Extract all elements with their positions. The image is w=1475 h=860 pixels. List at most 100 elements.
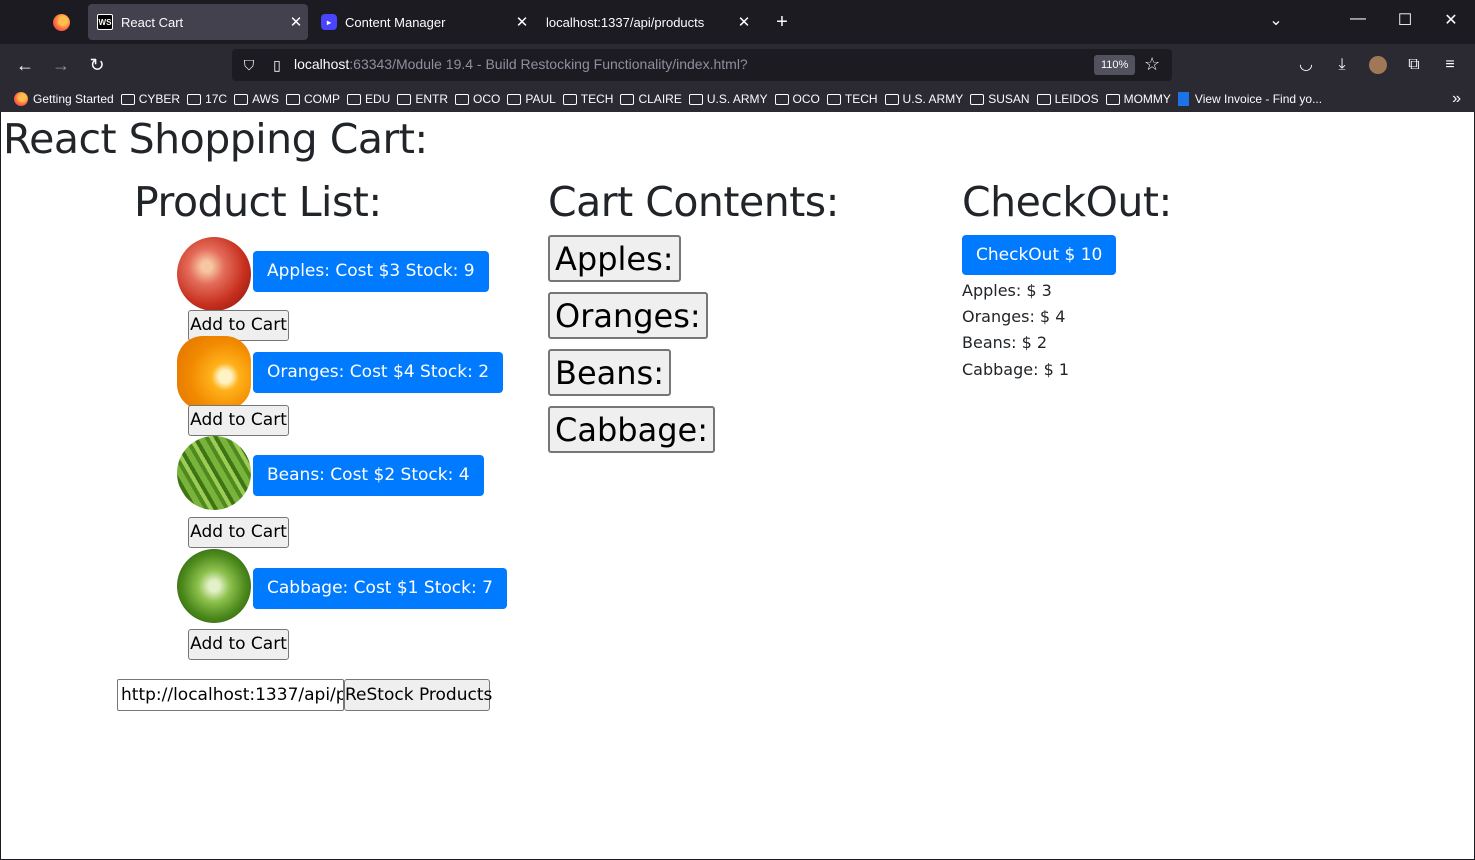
list-tabs-button[interactable]: ⌄ <box>1264 10 1288 30</box>
add-to-cart-button[interactable]: Add to Cart <box>188 629 289 660</box>
checkout-line-cabbage: Cabbage: $ 1 <box>962 360 1070 379</box>
product-button-oranges[interactable]: Oranges: Cost $4 Stock: 2 <box>253 352 504 393</box>
shield-icon[interactable]: ⛉ <box>240 56 258 74</box>
address-bar[interactable]: ⛉ ▯ localhost:63343/Module 19.4 - Build … <box>232 49 1172 81</box>
download-icon[interactable]: ⤓ <box>1330 53 1354 77</box>
folder-icon <box>688 93 703 105</box>
add-to-cart-button[interactable]: Add to Cart <box>188 405 289 436</box>
bookmark-folder[interactable]: AWS <box>234 92 279 106</box>
product-button-beans[interactable]: Beans: Cost $2 Stock: 4 <box>253 455 484 496</box>
restock-url-input[interactable]: http://localhost:1337/api/products <box>117 679 344 711</box>
product-button-cabbage[interactable]: Cabbage: Cost $1 Stock: 7 <box>253 568 507 609</box>
close-icon[interactable]: ✕ <box>510 13 534 31</box>
menu-icon[interactable]: ≡ <box>1438 53 1462 77</box>
folder-icon <box>884 93 899 105</box>
webstorm-icon: WS <box>97 14 113 30</box>
reload-button[interactable]: ↻ <box>83 51 111 79</box>
pocket-icon[interactable]: ◡ <box>1294 53 1318 77</box>
url-path: :63343/Module 19.4 - Build Restocking Fu… <box>349 56 748 72</box>
tab-strip: WS React Cart ✕ ▸ Content Manager ✕ loca… <box>0 0 1475 44</box>
folder-icon <box>397 93 412 105</box>
beans-image <box>177 436 251 510</box>
apple-image <box>177 237 251 311</box>
cart-item-apples[interactable]: Apples: <box>548 235 681 282</box>
cabbage-image <box>177 549 251 623</box>
zoom-indicator[interactable]: 110% <box>1094 55 1136 75</box>
bookmark-folder[interactable]: 17C <box>187 92 227 106</box>
bookmark-view-invoice[interactable]: View Invoice - Find yo... <box>1177 92 1322 106</box>
folder-icon <box>120 93 135 105</box>
bookmark-folder[interactable]: LEIDOS <box>1036 92 1099 106</box>
restock-button[interactable]: ReStock Products <box>344 679 492 711</box>
folder-icon <box>1105 93 1120 105</box>
forward-button[interactable]: → <box>47 51 75 79</box>
bookmark-getting-started[interactable]: Getting Started <box>14 92 114 106</box>
url-host: localhost <box>294 56 350 72</box>
folder-icon <box>774 93 789 105</box>
bookmark-folder[interactable]: TECH <box>562 92 613 106</box>
folder-icon <box>187 93 202 105</box>
tab-title: Content Manager <box>345 14 446 30</box>
folder-icon <box>562 93 577 105</box>
folder-icon <box>970 93 985 105</box>
tab-api-products[interactable]: localhost:1337/api/products ✕ <box>538 4 756 40</box>
checkout-heading: CheckOut: <box>962 178 1172 226</box>
firefox-icon <box>14 92 28 106</box>
maximize-button[interactable]: ☐ <box>1393 10 1417 30</box>
orange-image <box>177 336 251 410</box>
firefox-view-button[interactable] <box>40 6 82 38</box>
cart-item-oranges[interactable]: Oranges: <box>548 292 708 339</box>
bookmark-folder[interactable]: CYBER <box>120 92 180 106</box>
close-icon[interactable]: ✕ <box>284 13 308 31</box>
page-icon[interactable]: ▯ <box>268 56 286 74</box>
folder-icon <box>454 93 469 105</box>
minimize-button[interactable]: — <box>1346 10 1370 28</box>
checkout-button[interactable]: CheckOut $ 10 <box>962 235 1117 275</box>
bookmark-folder[interactable]: COMP <box>285 92 340 106</box>
bookmark-folder[interactable]: PAUL <box>507 92 556 106</box>
cart-item-cabbage[interactable]: Cabbage: <box>548 406 715 453</box>
bookmark-folder[interactable]: ENTR <box>397 92 448 106</box>
account-avatar-icon[interactable] <box>1369 56 1387 74</box>
checkout-line-apples: Apples: $ 3 <box>962 281 1052 300</box>
cart-item-beans[interactable]: Beans: <box>548 349 671 396</box>
bookmark-folder[interactable]: MOMMY <box>1105 92 1171 106</box>
window-close-button[interactable]: ✕ <box>1439 10 1463 30</box>
bookmark-folder[interactable]: EDU <box>346 92 390 106</box>
bookmarks-toolbar: Getting Started CYBER 17C AWS COMP EDU E… <box>0 86 1475 112</box>
tab-title: localhost:1337/api/products <box>546 14 705 30</box>
folder-icon <box>285 93 300 105</box>
document-icon <box>1177 92 1189 106</box>
folder-icon <box>826 93 841 105</box>
bookmark-folder[interactable]: TECH <box>826 92 878 106</box>
page-content: React Shopping Cart: Product List: Apple… <box>0 112 1475 860</box>
bookmark-folder[interactable]: OCO <box>454 92 500 106</box>
cart-heading: Cart Contents: <box>548 178 839 226</box>
url-text[interactable]: localhost:63343/Module 19.4 - Build Rest… <box>294 56 748 72</box>
page-title: React Shopping Cart: <box>3 115 428 163</box>
checkout-line-oranges: Oranges: $ 4 <box>962 307 1066 326</box>
add-to-cart-button[interactable]: Add to Cart <box>188 517 289 548</box>
bookmark-folder[interactable]: SUSAN <box>970 92 1030 106</box>
bookmark-folder[interactable]: OCO <box>774 92 820 106</box>
product-button-apples[interactable]: Apples: Cost $3 Stock: 9 <box>253 251 489 292</box>
bookmark-star-icon[interactable]: ☆ <box>1144 54 1160 75</box>
navigation-toolbar: ← → ↻ ⛉ ▯ localhost:63343/Module 19.4 - … <box>0 44 1475 86</box>
checkout-line-beans: Beans: $ 2 <box>962 333 1048 352</box>
folder-icon <box>346 93 361 105</box>
bookmark-folder[interactable]: U.S. ARMY <box>884 92 963 106</box>
firefox-icon <box>52 13 70 31</box>
bookmark-folder[interactable]: U.S. ARMY <box>688 92 768 106</box>
close-icon[interactable]: ✕ <box>732 13 756 31</box>
strapi-icon: ▸ <box>321 14 337 30</box>
folder-icon <box>620 93 635 105</box>
bookmark-folder[interactable]: CLAIRE <box>620 92 682 106</box>
new-tab-button[interactable]: + <box>768 8 796 36</box>
folder-icon <box>234 93 249 105</box>
tab-title: React Cart <box>121 14 184 30</box>
extensions-icon[interactable]: ⧉ <box>1402 53 1426 77</box>
tab-content-manager[interactable]: ▸ Content Manager ✕ <box>312 4 534 40</box>
back-button[interactable]: ← <box>11 51 39 79</box>
tab-react-cart[interactable]: WS React Cart ✕ <box>88 4 308 40</box>
chevron-double-right-icon[interactable]: » <box>1452 90 1461 108</box>
